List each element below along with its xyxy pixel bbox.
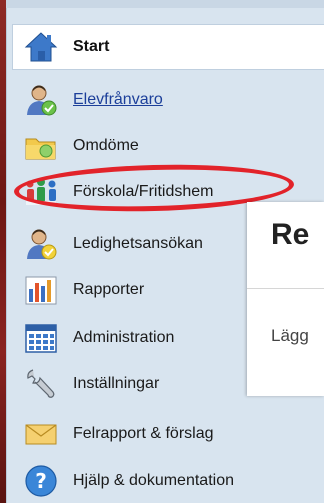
sidebar-item-elevfranvaro[interactable]: Elevfrånvaro — [24, 80, 163, 120]
envelope-icon — [24, 417, 58, 451]
sidebar-item-label: Felrapport & förslag — [73, 425, 214, 442]
dialog-panel: Re Lägg — [247, 202, 324, 396]
svg-text:?: ? — [35, 469, 47, 493]
student-absence-icon — [24, 83, 58, 117]
sidebar-item-label: Inställningar — [73, 375, 160, 392]
help-icon: ? — [24, 464, 58, 498]
leave-request-icon — [24, 227, 58, 261]
sidebar-item-start[interactable]: Start — [24, 27, 109, 67]
sidebar-item-ledighetsansokan[interactable]: Ledighetsansökan — [24, 224, 203, 264]
panel-divider — [247, 288, 324, 289]
sidebar-item-label: Start — [73, 38, 110, 55]
panel-title: Re — [271, 218, 310, 251]
calendar-grid-icon — [24, 321, 58, 355]
sidebar-item-felrapport[interactable]: Felrapport & förslag — [24, 414, 214, 454]
sidebar-item-label: Administration — [73, 329, 175, 346]
sidebar-item-rapporter[interactable]: Rapporter — [24, 270, 144, 310]
home-icon — [24, 30, 58, 64]
bar-chart-icon — [24, 273, 58, 307]
sidebar-item-hjalp[interactable]: ? Hjälp & dokumentation — [24, 461, 234, 501]
wrench-icon — [24, 367, 58, 401]
sidebar-item-label: Omdöme — [73, 137, 139, 154]
panel-body-text: Lägg — [271, 326, 309, 345]
sidebar-item-installningar[interactable]: Inställningar — [24, 364, 159, 404]
sidebar-top-edge — [6, 0, 324, 8]
sidebar-item-label: Rapporter — [73, 281, 145, 298]
sidebar-item-label: Ledighetsansökan — [73, 235, 203, 252]
folder-icon — [24, 129, 58, 163]
sidebar-item-label: Hjälp & dokumentation — [73, 472, 234, 489]
sidebar-item-administration[interactable]: Administration — [24, 318, 174, 358]
sidebar-item-label: Elevfrånvaro — [73, 91, 163, 108]
sidebar-item-omdome[interactable]: Omdöme — [24, 126, 139, 166]
